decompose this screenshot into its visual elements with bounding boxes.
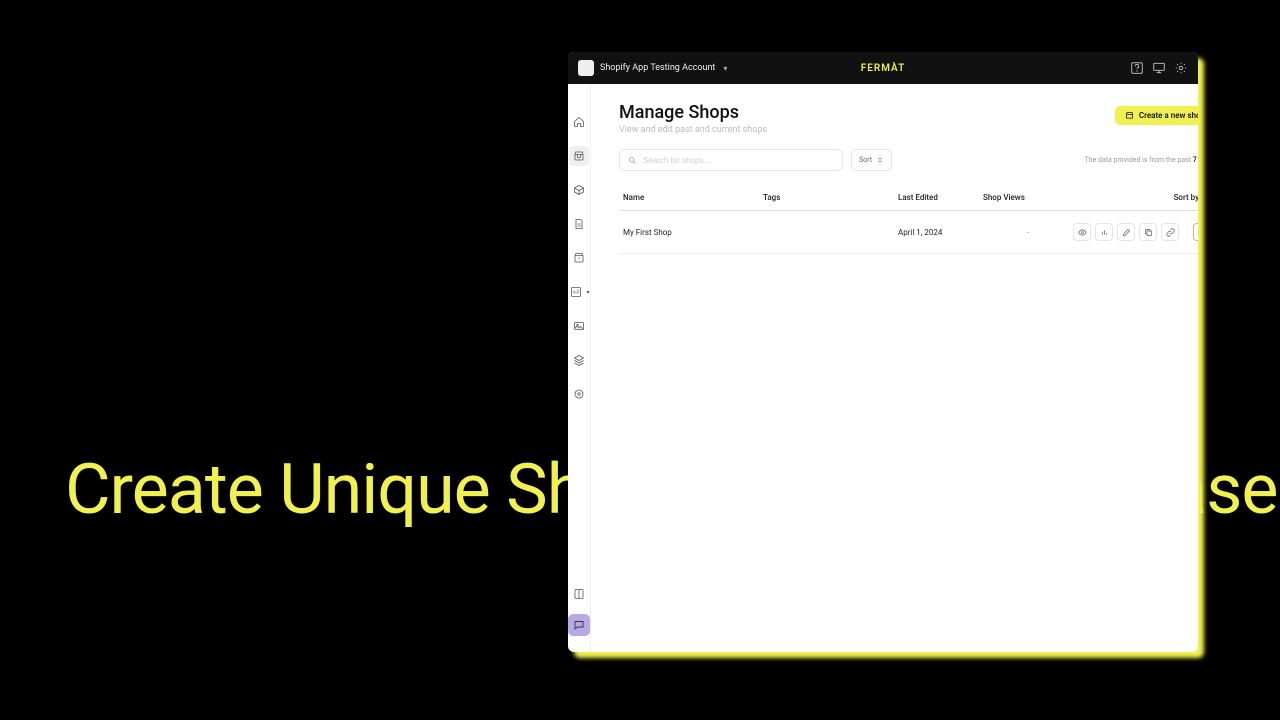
col-shop-views[interactable]: Shop Views bbox=[983, 193, 1073, 202]
sidebar-item-documents[interactable] bbox=[569, 214, 589, 234]
edit-button[interactable] bbox=[1117, 223, 1135, 241]
sidebar-item-images[interactable] bbox=[569, 316, 589, 336]
cell-name: My First Shop bbox=[623, 228, 763, 237]
sidebar-item-layers[interactable] bbox=[569, 350, 589, 370]
account-avatar bbox=[578, 60, 594, 76]
shop-icon bbox=[1125, 111, 1134, 120]
book-icon[interactable] bbox=[569, 584, 589, 604]
chat-button[interactable] bbox=[568, 614, 590, 636]
delete-button[interactable] bbox=[1193, 223, 1198, 241]
sort-chip-label: Sort bbox=[859, 156, 872, 164]
sort-icon bbox=[876, 156, 884, 164]
brand-logo: FERMÀT bbox=[861, 63, 906, 74]
table-header: Name Tags Last Edited Shop Views Sort by bbox=[619, 187, 1198, 211]
sort-chip[interactable]: Sort bbox=[851, 149, 892, 171]
gear-icon[interactable] bbox=[1174, 61, 1188, 75]
cell-shop-views: - bbox=[983, 228, 1073, 237]
page-subtitle: View and edit past and current shops bbox=[619, 125, 767, 135]
col-tags[interactable]: Tags bbox=[763, 193, 898, 202]
sidebar-item-settings[interactable] bbox=[569, 384, 589, 404]
sort-by-label: Sort by bbox=[1174, 193, 1198, 202]
sidebar-item-analytics[interactable]: ▾ bbox=[568, 282, 589, 302]
account-name: Shopify App Testing Account bbox=[600, 63, 715, 73]
account-switcher[interactable]: Shopify App Testing Account ▾ bbox=[578, 60, 727, 76]
create-shop-button[interactable]: Create a new shop bbox=[1115, 106, 1198, 125]
preview-button[interactable] bbox=[1073, 223, 1091, 241]
sidebar-item-home[interactable] bbox=[569, 112, 589, 132]
chevron-down-icon: ▾ bbox=[723, 64, 727, 73]
search-icon bbox=[628, 156, 637, 165]
topbar: Shopify App Testing Account ▾ FERMÀT bbox=[568, 52, 1198, 84]
duplicate-button[interactable] bbox=[1139, 223, 1157, 241]
sidebar: ▾ bbox=[568, 84, 591, 652]
sidebar-item-shops[interactable] bbox=[569, 146, 589, 166]
col-last-edited[interactable]: Last Edited bbox=[898, 193, 983, 202]
chevron-down-icon: ▾ bbox=[586, 289, 589, 296]
col-name[interactable]: Name bbox=[623, 193, 763, 202]
present-icon[interactable] bbox=[1152, 61, 1166, 75]
app-window: Shopify App Testing Account ▾ FERMÀT bbox=[568, 52, 1198, 652]
create-shop-label: Create a new shop bbox=[1139, 111, 1198, 120]
sort-by-button[interactable]: Sort by bbox=[1174, 193, 1198, 202]
search-input[interactable] bbox=[643, 156, 834, 165]
sidebar-item-package[interactable] bbox=[569, 248, 589, 268]
search-input-wrapper[interactable] bbox=[619, 149, 843, 171]
link-button[interactable] bbox=[1161, 223, 1179, 241]
sidebar-item-products[interactable] bbox=[569, 180, 589, 200]
date-range-note: The data provided is from the past 7 day… bbox=[1084, 156, 1198, 164]
main-content: Manage Shops View and edit past and curr… bbox=[591, 84, 1198, 652]
shops-table: Name Tags Last Edited Shop Views Sort by… bbox=[619, 187, 1198, 254]
analytics-button[interactable] bbox=[1095, 223, 1113, 241]
cell-last-edited: April 1, 2024 bbox=[898, 228, 983, 237]
page-title: Manage Shops bbox=[619, 102, 767, 123]
help-icon[interactable] bbox=[1130, 61, 1144, 75]
table-row: My First Shop April 1, 2024 - bbox=[619, 211, 1198, 254]
